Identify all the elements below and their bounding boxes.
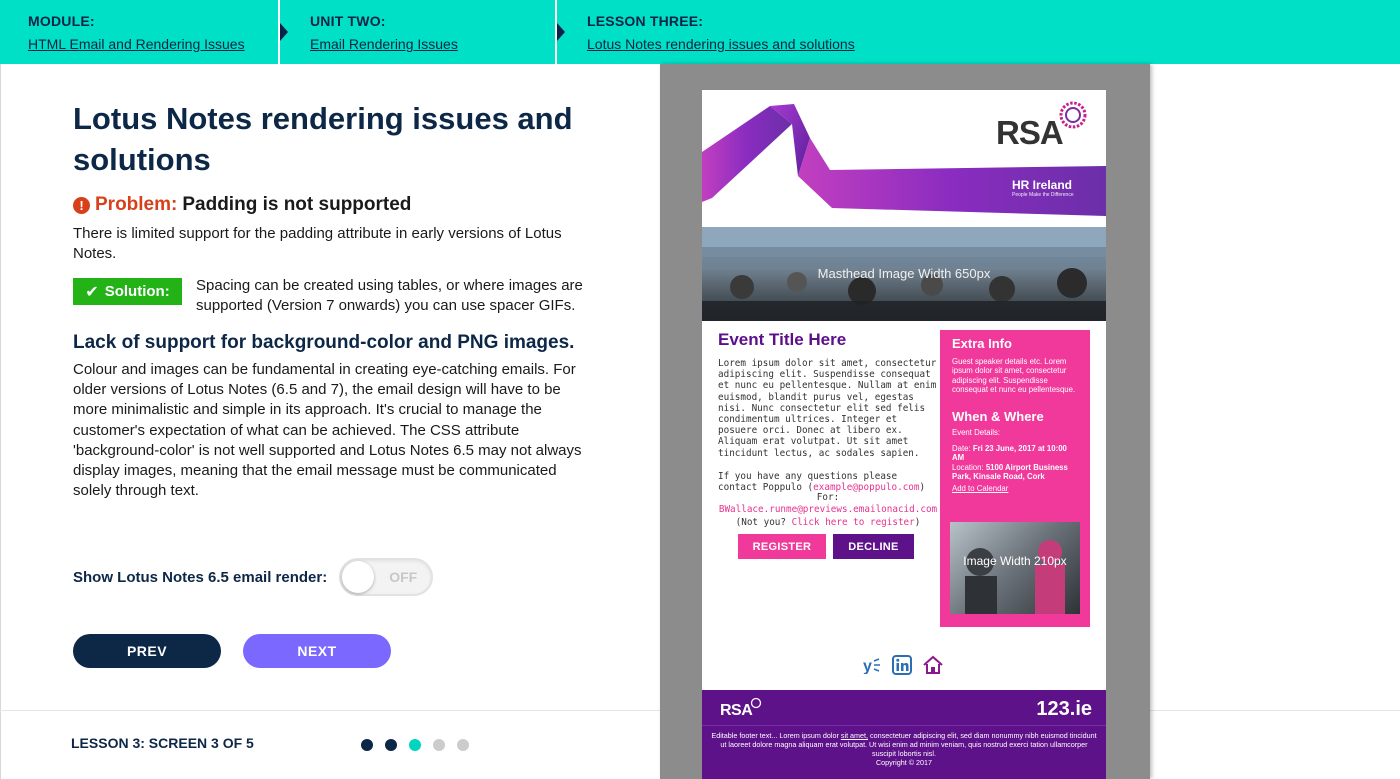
screen-progress-label: LESSON 3: SCREEN 3 OF 5 bbox=[71, 735, 254, 751]
solution-text: Spacing can be created using tables, or … bbox=[196, 277, 583, 314]
not-you-post: ) bbox=[914, 516, 921, 528]
register-button[interactable]: REGISTER bbox=[738, 534, 826, 559]
hr-ireland-logo: HR Ireland People Make the Difference bbox=[1012, 178, 1074, 198]
progress-dot-3[interactable] bbox=[409, 739, 421, 751]
recipient-block: For: BWallace.runme@previews.emailonacid… bbox=[718, 492, 938, 529]
home-icon[interactable] bbox=[922, 655, 944, 675]
page-edge bbox=[0, 64, 1, 779]
masthead-image: Masthead Image Width 650px bbox=[702, 227, 1106, 321]
toggle-knob bbox=[342, 561, 375, 593]
masthead-caption: Masthead Image Width 650px bbox=[817, 266, 991, 281]
event-section: Event Title Here Lorem ipsum dolor sit a… bbox=[718, 330, 938, 493]
footer-divider bbox=[0, 710, 660, 711]
breadcrumb-unit-link[interactable]: Email Rendering Issues bbox=[310, 36, 458, 52]
breadcrumb-module-label: MODULE: bbox=[28, 13, 95, 29]
email-render: RSA HR Ireland People Make the Differenc… bbox=[702, 90, 1106, 779]
email-preview-pane: RSA HR Ireland People Make the Differenc… bbox=[660, 64, 1150, 779]
problem-text: Padding is not supported bbox=[182, 194, 412, 215]
breadcrumb-unit: UNIT TWO: Email Rendering Issues bbox=[282, 0, 555, 64]
footer-divider bbox=[1150, 710, 1400, 711]
event-date: Date: Fri 23 June, 2017 at 10:00 AM bbox=[952, 444, 1078, 463]
problem-description: There is limited support for the padding… bbox=[73, 225, 562, 262]
extra-info-title: Extra Info bbox=[952, 336, 1012, 351]
add-to-calendar-link[interactable]: Add to Calendar bbox=[952, 484, 1078, 493]
render-toggle-row: Show Lotus Notes 6.5 email render: OFF bbox=[73, 558, 434, 596]
event-details-label: Event Details: bbox=[952, 427, 1001, 437]
footer-text: Editable footer text... Lorem ipsum dolo… bbox=[708, 731, 1100, 767]
not-you-pre: (Not you? bbox=[735, 516, 792, 528]
breadcrumb-lesson: LESSON THREE: Lotus Notes rendering issu… bbox=[559, 0, 1059, 64]
alert-icon: ! bbox=[73, 196, 90, 214]
footer-divider bbox=[702, 725, 1106, 726]
recipient-email-link[interactable]: BWallace.runme@previews.emailonacid.com bbox=[718, 504, 938, 516]
register-link[interactable]: Click here to register bbox=[792, 517, 915, 528]
ribbon-graphic bbox=[702, 104, 1106, 216]
toggle-state-text: OFF bbox=[389, 569, 418, 585]
progress-dot-1[interactable] bbox=[361, 739, 373, 751]
checkmark-icon: ✔ bbox=[85, 283, 99, 301]
problem-label: Problem: bbox=[95, 194, 178, 215]
footer-rsa-logo: RSA bbox=[720, 702, 753, 719]
event-title: Event Title Here bbox=[718, 330, 847, 349]
extra-info-panel: Extra Info Guest speaker details etc. Lo… bbox=[940, 330, 1090, 627]
solution-label: Solution: bbox=[104, 283, 170, 300]
render-toggle-label: Show Lotus Notes 6.5 email render: bbox=[73, 568, 328, 586]
email-header: RSA HR Ireland People Make the Differenc… bbox=[702, 90, 1106, 227]
footer-123-logo: 123.ie bbox=[1036, 698, 1092, 720]
email-footer: RSA 123.ie Editable footer text... Lorem… bbox=[702, 690, 1106, 779]
social-links: y bbox=[862, 655, 954, 675]
next-button[interactable]: NEXT bbox=[243, 634, 391, 668]
hr-brand: HR Ireland bbox=[1012, 178, 1073, 192]
page-title: Lotus Notes rendering issues and solutio… bbox=[73, 101, 573, 177]
linkedin-icon[interactable] bbox=[892, 655, 912, 675]
event-body: Lorem ipsum dolor sit amet, consectetur … bbox=[718, 358, 937, 459]
when-where-title: When & Where bbox=[952, 408, 1044, 424]
section-text: Colour and images can be fundamental in … bbox=[73, 361, 582, 500]
side-image-caption: Image Width 210px bbox=[963, 554, 1067, 568]
solution-badge: ✔ Solution: bbox=[73, 278, 182, 305]
decline-button[interactable]: DECLINE bbox=[833, 534, 914, 559]
breadcrumb-unit-label: UNIT TWO: bbox=[310, 13, 386, 29]
prev-button[interactable]: PREV bbox=[73, 634, 221, 668]
event-location: Location: 5100 Airport Business Park, Ki… bbox=[952, 463, 1078, 482]
progress-dot-5[interactable] bbox=[457, 739, 469, 751]
location-label: Location: bbox=[952, 462, 986, 472]
yammer-icon[interactable]: y bbox=[862, 656, 882, 674]
solution-block: ✔ Solution: Spacing can be created using… bbox=[73, 277, 593, 316]
section-heading: Lack of support for background-color and… bbox=[73, 332, 575, 353]
problem-heading: ! Problem: Padding is not supported bbox=[73, 194, 593, 216]
breadcrumb-module: MODULE: HTML Email and Rendering Issues bbox=[0, 0, 278, 64]
footer-ring-icon bbox=[750, 697, 762, 709]
progress-dot-2[interactable] bbox=[385, 739, 397, 751]
date-label: Date: bbox=[952, 444, 973, 454]
breadcrumb-bar: MODULE: HTML Email and Rendering Issues … bbox=[0, 0, 1400, 64]
for-label: For: bbox=[816, 492, 840, 503]
progress-dot-4[interactable] bbox=[433, 739, 445, 751]
side-photo bbox=[965, 540, 1065, 614]
footer-text-pre: Editable footer text... Lorem ipsum dolo… bbox=[711, 731, 841, 740]
svg-text:y: y bbox=[863, 658, 872, 674]
extra-info-text: Guest speaker details etc. Lorem ipsum d… bbox=[952, 357, 1076, 395]
progress-dots bbox=[361, 739, 481, 751]
event-contact: If you have any questions please contact… bbox=[718, 471, 938, 493]
hr-tagline: People Make the Difference bbox=[1012, 192, 1074, 198]
rsa-logo: RSA bbox=[996, 114, 1064, 151]
side-image: Image Width 210px bbox=[950, 522, 1080, 614]
lesson-content: Lotus Notes rendering issues and solutio… bbox=[73, 98, 593, 501]
footer-text-link[interactable]: sit amet, bbox=[841, 731, 868, 740]
breadcrumb-lesson-link[interactable]: Lotus Notes rendering issues and solutio… bbox=[587, 36, 855, 52]
breadcrumb-module-link[interactable]: HTML Email and Rendering Issues bbox=[28, 36, 245, 52]
rsa-ring-icon bbox=[1059, 101, 1087, 129]
copyright: Copyright © 2017 bbox=[875, 758, 933, 768]
breadcrumb-lesson-label: LESSON THREE: bbox=[587, 13, 704, 29]
render-toggle-switch[interactable]: OFF bbox=[339, 558, 434, 596]
not-you-line: (Not you? Click here to register) bbox=[718, 517, 938, 529]
